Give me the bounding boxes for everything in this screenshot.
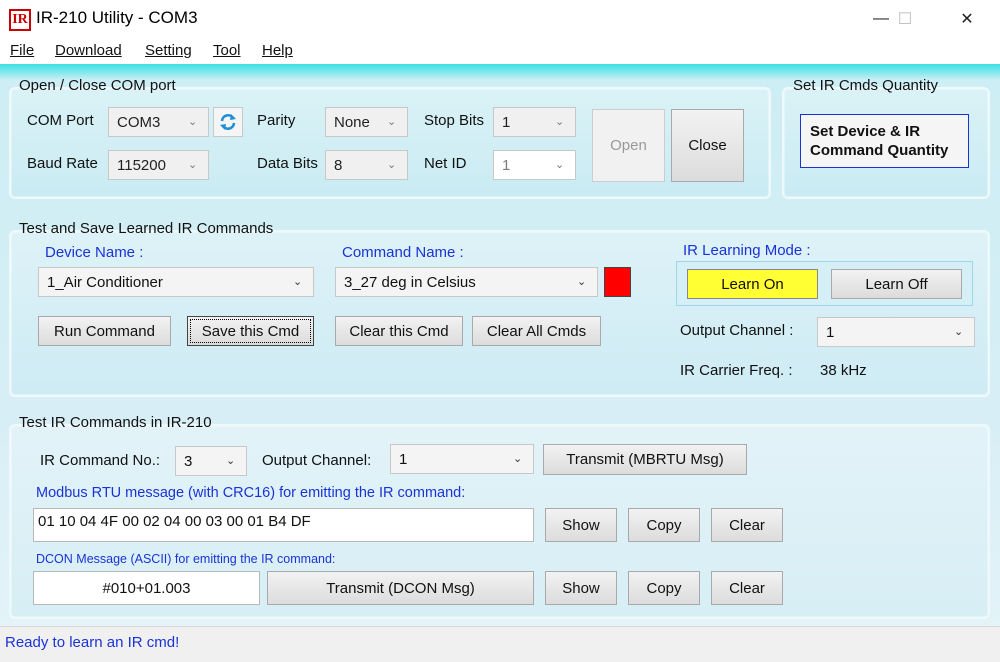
net-id-label: Net ID <box>424 155 467 172</box>
modbus-clear-button[interactable]: Clear <box>711 508 783 542</box>
close-port-button[interactable]: Close <box>671 109 744 182</box>
menu-file-label: File <box>10 42 35 59</box>
test-output-channel-select[interactable]: 1 ⌄ <box>390 444 534 474</box>
menu-setting[interactable]: Setting <box>145 42 192 59</box>
modbus-show-button[interactable]: Show <box>545 508 617 542</box>
net-id-select[interactable]: 1 ⌄ <box>493 150 576 180</box>
menu-tool-label: Tool <box>213 42 241 59</box>
chevron-down-icon: ⌄ <box>513 453 523 465</box>
test-output-channel-label: Output Channel: <box>262 452 372 469</box>
open-port-button[interactable]: Open <box>592 109 665 182</box>
maximize-icon: ☐ <box>897 11 913 28</box>
transmit-dcon-button[interactable]: Transmit (DCON Msg) <box>267 571 534 605</box>
modbus-message-label: Modbus RTU message (with CRC16) for emit… <box>36 485 466 501</box>
carrier-freq-label: IR Carrier Freq. : <box>680 362 793 379</box>
transmit-mbrtu-button[interactable]: Transmit (MBRTU Msg) <box>543 444 747 475</box>
menu-help-label: Help <box>262 42 293 59</box>
dcon-show-button[interactable]: Show <box>545 571 617 605</box>
refresh-icon <box>220 114 236 130</box>
com-port-select[interactable]: COM3 ⌄ <box>108 107 209 137</box>
device-name-label: Device Name : <box>45 244 144 261</box>
parity-label: Parity <box>257 112 296 129</box>
output-channel-value: 1 <box>826 323 835 341</box>
output-channel-select[interactable]: 1 ⌄ <box>817 317 975 347</box>
output-channel-label: Output Channel : <box>680 322 794 339</box>
app-logo-icon: IR <box>9 9 31 31</box>
learn-commands-group-title: Test and Save Learned IR Commands <box>19 220 274 237</box>
menu-tool[interactable]: Tool <box>213 42 241 59</box>
chevron-down-icon: ⌄ <box>387 159 397 171</box>
menu-download[interactable]: Download <box>55 42 122 59</box>
command-name-select[interactable]: 3_27 deg in Celsius ⌄ <box>335 267 598 297</box>
learn-on-button[interactable]: Learn On <box>687 269 818 299</box>
com-port-label: COM Port <box>27 112 94 129</box>
data-bits-label: Data Bits <box>257 155 318 172</box>
ir-command-no-select[interactable]: 3 ⌄ <box>175 446 247 476</box>
chevron-down-icon: ⌄ <box>188 159 198 171</box>
save-cmd-button[interactable]: Save this Cmd <box>187 316 314 346</box>
window-title: IR-210 Utility - COM3 <box>36 8 198 27</box>
parity-select[interactable]: None ⌄ <box>325 107 408 137</box>
stop-bits-label: Stop Bits <box>424 112 485 129</box>
carrier-freq-value: 38 kHz <box>820 362 867 379</box>
parity-value: None <box>334 113 370 131</box>
test-commands-group-title: Test IR Commands in IR-210 <box>19 414 212 431</box>
set-device-quantity-button[interactable]: Set Device & IR Command Quantity <box>800 114 969 168</box>
refresh-com-button[interactable] <box>213 107 243 137</box>
close-window-button[interactable]: ✕ <box>944 0 990 38</box>
stop-bits-value: 1 <box>502 113 511 131</box>
menu-setting-label: Setting <box>145 42 192 59</box>
ir-command-no-value: 3 <box>184 452 193 470</box>
baud-rate-value: 115200 <box>117 156 166 174</box>
dcon-copy-button[interactable]: Copy <box>628 571 700 605</box>
ir-command-no-label: IR Command No.: <box>40 452 161 469</box>
chevron-down-icon: ⌄ <box>555 116 565 128</box>
test-output-channel-value: 1 <box>399 450 408 468</box>
close-icon: ✕ <box>960 11 974 28</box>
data-bits-select[interactable]: 8 ⌄ <box>325 150 408 180</box>
maximize-button[interactable]: ☐ <box>882 0 928 38</box>
stop-bits-select[interactable]: 1 ⌄ <box>493 107 576 137</box>
chevron-down-icon: ⌄ <box>293 276 303 288</box>
com-port-group-title: Open / Close COM port <box>19 77 176 94</box>
ir-quantity-group-title: Set IR Cmds Quantity <box>793 77 939 94</box>
chevron-down-icon: ⌄ <box>226 455 236 467</box>
baud-rate-select[interactable]: 115200 ⌄ <box>108 150 209 180</box>
menu-download-label: Download <box>55 42 122 59</box>
com-port-value: COM3 <box>117 113 161 131</box>
command-name-label: Command Name : <box>342 244 464 261</box>
chevron-down-icon: ⌄ <box>387 116 397 128</box>
chevron-down-icon: ⌄ <box>954 326 964 338</box>
clear-all-cmds-button[interactable]: Clear All Cmds <box>472 316 601 346</box>
command-status-indicator <box>604 267 631 297</box>
menu-file[interactable]: File <box>10 42 34 59</box>
dcon-message-field[interactable]: #010+01.003 <box>33 571 260 605</box>
chevron-down-icon: ⌄ <box>188 116 198 128</box>
baud-rate-label: Baud Rate <box>27 155 98 172</box>
modbus-copy-button[interactable]: Copy <box>628 508 700 542</box>
status-text: Ready to learn an IR cmd! <box>5 634 180 651</box>
device-name-select[interactable]: 1_Air Conditioner ⌄ <box>38 267 314 297</box>
menu-help[interactable]: Help <box>262 42 293 59</box>
modbus-message-field[interactable]: 01 10 04 4F 00 02 04 00 03 00 01 B4 DF <box>33 508 534 542</box>
set-device-quantity-line2: Command Quantity <box>810 142 949 159</box>
command-name-value: 3_27 deg in Celsius <box>344 273 476 291</box>
data-bits-value: 8 <box>334 156 343 174</box>
run-command-button[interactable]: Run Command <box>38 316 171 346</box>
device-name-value: 1_Air Conditioner <box>47 273 163 291</box>
set-device-quantity-line1: Set Device & IR <box>810 123 921 140</box>
clear-cmd-button[interactable]: Clear this Cmd <box>335 316 463 346</box>
learn-off-button[interactable]: Learn Off <box>831 269 962 299</box>
dcon-message-label: DCON Message (ASCII) for emitting the IR… <box>36 552 336 566</box>
chevron-down-icon: ⌄ <box>577 276 587 288</box>
learning-mode-label: IR Learning Mode : <box>683 242 811 259</box>
net-id-value: 1 <box>502 156 511 174</box>
chevron-down-icon: ⌄ <box>555 159 565 171</box>
dcon-clear-button[interactable]: Clear <box>711 571 783 605</box>
